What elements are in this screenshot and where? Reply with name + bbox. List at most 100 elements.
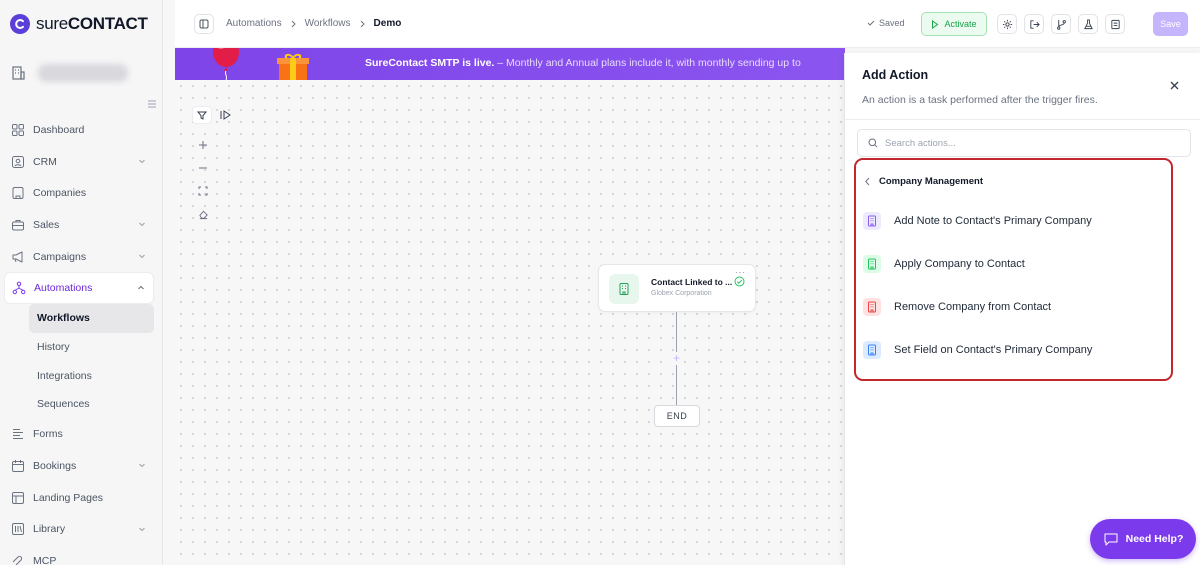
sidebar-subitem-integrations[interactable]: Integrations [29,361,154,390]
gear-icon [1002,19,1012,29]
play-tool-button[interactable] [216,106,236,124]
chat-icon [1104,533,1118,546]
panel-description: An action is a task performed after the … [862,94,1098,106]
building-icon [863,298,881,316]
chevron-right-icon [360,20,365,27]
building-icon [609,274,639,304]
logo-text: sureCONTACT [36,14,148,33]
form-icon [13,429,23,440]
check-circle-icon [734,276,745,287]
chevron-down-icon [139,222,145,227]
toggle-sidebar-button[interactable] [194,14,214,34]
workspace-switcher[interactable] [10,60,150,86]
breadcrumb-current: Demo [373,18,402,29]
sidebar-item-label: MCP [33,555,57,565]
sidebar-item-label: CRM [33,155,57,168]
trigger-node[interactable]: Contact Linked to ... Globex Corporation… [598,264,756,312]
zoom-out-button[interactable] [194,159,212,177]
test-button[interactable] [1078,14,1098,34]
sidebar-item-mcp[interactable]: MCP [4,545,154,565]
logs-button[interactable] [1105,14,1125,34]
minus-icon [199,167,207,169]
save-label: Save [1160,19,1181,29]
chevron-up-icon [138,286,144,290]
sidebar-item-label: Landing Pages [33,491,104,504]
mcp-icon [12,556,23,565]
zoom-in-button[interactable] [194,136,212,154]
collapse-sidebar-icon[interactable] [147,99,157,109]
top-bar: Automations Workflows Demo Saved Activat… [175,0,1200,48]
sidebar-item-bookings[interactable]: Bookings [4,450,154,482]
sidebar-subitem-workflows[interactable]: Workflows [29,304,154,333]
close-icon [1170,81,1179,90]
sidebar-item-sales[interactable]: Sales [4,209,154,241]
search-input[interactable] [885,137,1175,149]
action-label: Set Field on Contact's Primary Company [894,344,1093,356]
search-actions-field[interactable] [857,129,1191,157]
fit-view-button[interactable] [194,182,212,200]
sidebar-item-label: Dashboard [33,123,85,136]
action-label: Add Note to Contact's Primary Company [894,215,1092,227]
breadcrumb-automations[interactable]: Automations [226,18,282,29]
export-button[interactable] [1024,14,1044,34]
logo-icon [10,14,30,34]
action-apply-company[interactable]: Apply Company to Contact [863,251,1163,277]
building-icon [12,187,24,200]
workspace-name-redacted [38,64,128,82]
action-add-note-to-company[interactable]: Add Note to Contact's Primary Company [863,208,1163,234]
sidebar-item-library[interactable]: Library [4,514,154,546]
sidebar-item-label: Sales [33,218,60,231]
sidebar-item-label: Library [33,523,66,536]
sidebar-item-label: Campaigns [33,250,87,263]
git-branch-icon [1056,19,1066,30]
plus-icon [199,141,207,149]
need-help-button[interactable]: Need Help? [1090,519,1196,559]
building-icon [12,66,25,80]
back-to-categories-button[interactable]: Company Management [864,176,983,187]
flask-icon [1083,18,1093,29]
banner-headline: SureContact SMTP is live. [365,57,495,69]
sidebar-item-landing-pages[interactable]: Landing Pages [4,482,154,514]
action-remove-company[interactable]: Remove Company from Contact [863,294,1163,320]
building-icon [863,212,881,230]
megaphone-icon [12,251,23,263]
chevron-left-icon [865,177,870,186]
branch-button[interactable] [1051,14,1071,34]
building-icon [863,255,881,273]
contact-card-icon [12,155,24,168]
activate-button[interactable]: Activate [921,12,987,36]
app-logo[interactable]: sureCONTACT [10,12,148,36]
breadcrumb: Automations Workflows Demo [226,18,401,29]
sidebar-subitem-history[interactable]: History [29,333,154,362]
action-set-field-on-company[interactable]: Set Field on Contact's Primary Company [863,337,1163,363]
sidebar-item-automations[interactable]: Automations [4,272,154,305]
settings-button[interactable] [997,14,1017,34]
search-icon [868,138,878,148]
announcement-banner: SureContact SMTP is live. – Monthly and … [175,48,845,80]
sidebar-subitem-sequences[interactable]: Sequences [29,390,154,419]
close-panel-button[interactable] [1170,81,1179,90]
connector-line [676,312,677,352]
sidebar-subitem-label: Integrations [37,369,92,382]
sidebar-item-campaigns[interactable]: Campaigns [4,241,154,273]
sidebar-subitem-label: Workflows [37,312,90,325]
group-label: Company Management [879,176,983,187]
chevron-down-icon [139,463,145,468]
sidebar-item-companies[interactable]: Companies [4,177,154,209]
building-icon [863,341,881,359]
exit-icon [1029,19,1040,29]
layout-icon [12,491,24,504]
sidebar-item-dashboard[interactable]: Dashboard [4,114,154,146]
banner-body: – Monthly and Annual plans include it, w… [494,57,801,69]
clear-button[interactable] [194,205,212,223]
calendar-icon [12,460,24,473]
eraser-icon [198,210,208,219]
breadcrumb-workflows[interactable]: Workflows [305,18,351,29]
sidebar-item-forms[interactable]: Forms [4,419,154,451]
add-step-button[interactable]: + [670,352,683,365]
workflow-canvas[interactable]: Contact Linked to ... Globex Corporation… [175,80,845,565]
save-button[interactable]: Save [1153,12,1188,36]
action-label: Apply Company to Contact [894,258,1025,270]
sidebar-item-crm[interactable]: CRM [4,146,154,178]
filter-tool-button[interactable] [192,106,212,124]
